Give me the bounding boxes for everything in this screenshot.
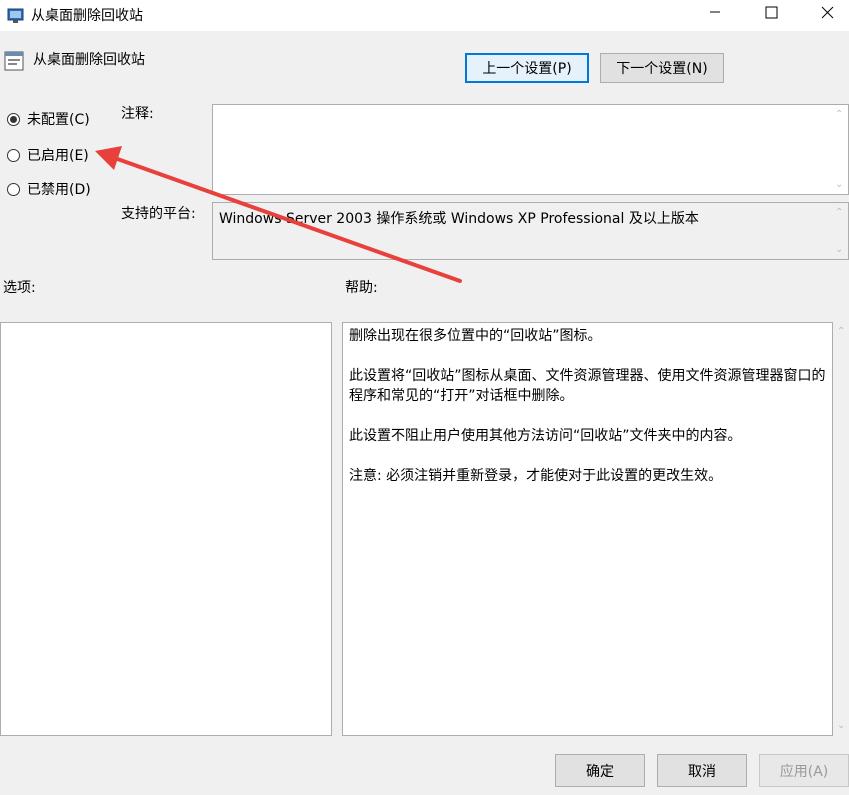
scroll-down-icon[interactable]: ⌄ [835,179,843,190]
platform-value: Windows Server 2003 操作系统或 Windows XP Pro… [219,211,699,227]
platform-scrollbar[interactable]: ⌃ ⌄ [831,203,848,259]
scroll-down-icon[interactable]: ⌄ [837,720,845,731]
radio-button[interactable] [7,148,20,162]
help-panel: 删除出现在很多位置中的“回收站”图标。 此设置将“回收站”图标从桌面、文件资源管… [342,322,833,736]
radio-enabled[interactable]: 已启用(E) [7,145,89,165]
help-paragraph: 此设置不阻止用户使用其他方法访问“回收站”文件夹中的内容。 [349,428,742,444]
radio-disabled[interactable]: 已禁用(D) [7,179,91,199]
ok-button[interactable]: 确定 [555,754,645,787]
scroll-up-icon[interactable]: ⌃ [837,326,845,337]
window-title: 从桌面删除回收站 [31,8,143,24]
scroll-up-icon[interactable]: ⌃ [835,109,843,120]
scroll-down-icon[interactable]: ⌄ [835,244,843,255]
scroll-up-icon[interactable]: ⌃ [835,207,843,218]
help-label: 帮助: [345,280,378,296]
radio-button[interactable] [7,182,20,196]
radio-label: 未配置(C) [27,112,90,128]
policy-name: 从桌面删除回收站 [33,52,145,68]
radio-not-configured[interactable]: 未配置(C) [7,109,90,129]
app-icon [7,6,27,24]
apply-button[interactable]: 应用(A) [759,754,849,787]
maximize-button[interactable] [748,0,794,31]
next-setting-button[interactable]: 下一个设置(N) [600,53,724,83]
help-paragraph: 删除出现在很多位置中的“回收站”图标。 [349,328,602,344]
options-label: 选项: [3,280,36,296]
radio-label: 已禁用(D) [27,182,91,198]
minimize-button[interactable] [692,0,738,31]
cancel-button[interactable]: 取消 [657,754,747,787]
title-bar: 从桌面删除回收站 [0,0,849,31]
comment-textarea[interactable]: ⌃ ⌄ [212,104,849,195]
help-scrollbar[interactable]: ⌃ ⌄ [833,322,849,735]
radio-button[interactable] [7,112,20,126]
help-paragraph: 注意: 必须注销并重新登录，才能使对于此设置的更改生效。 [349,468,723,484]
help-paragraph: 此设置将“回收站”图标从桌面、文件资源管理器、使用文件资源管理器窗口的程序和常见… [349,368,826,404]
close-button[interactable] [804,0,849,31]
help-text: 删除出现在很多位置中的“回收站”图标。 此设置将“回收站”图标从桌面、文件资源管… [349,326,828,506]
policy-icon [4,50,24,72]
options-panel [0,322,332,736]
comment-scrollbar[interactable]: ⌃ ⌄ [831,105,848,194]
platform-label: 支持的平台: [121,206,196,222]
platform-field: Windows Server 2003 操作系统或 Windows XP Pro… [212,202,849,260]
comment-label: 注释: [121,106,154,122]
radio-label: 已启用(E) [27,148,89,164]
previous-setting-button[interactable]: 上一个设置(P) [465,53,589,83]
